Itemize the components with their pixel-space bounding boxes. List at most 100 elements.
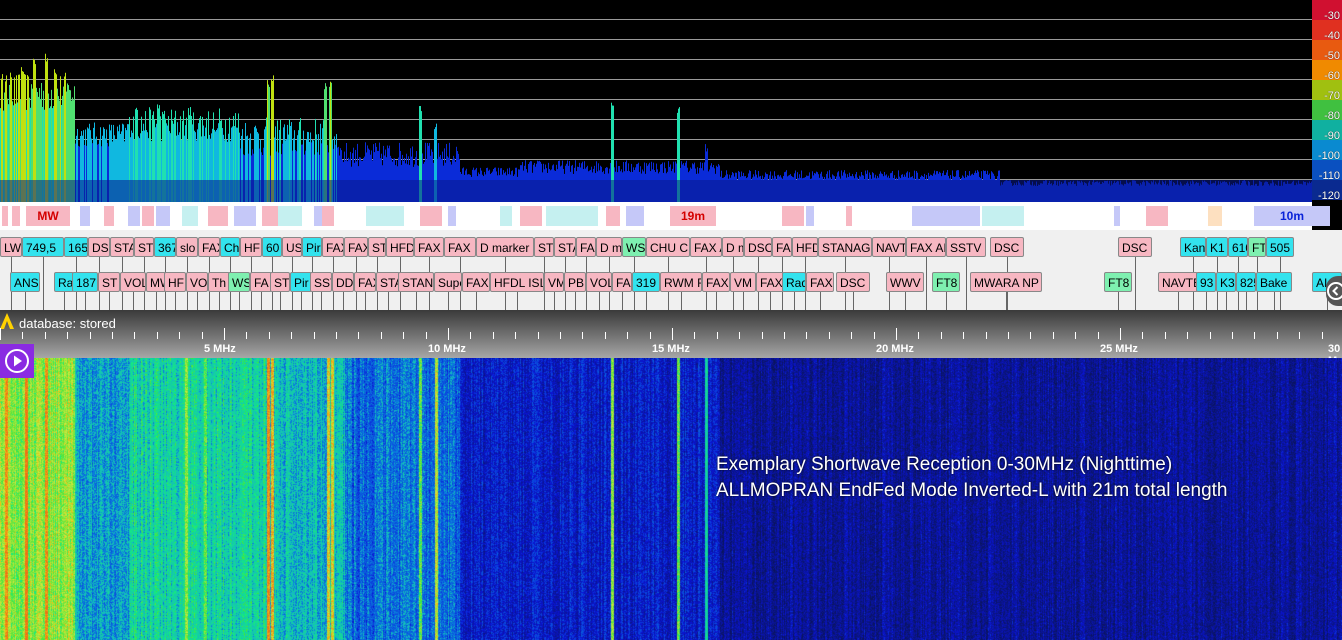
station-label[interactable]: K3 (1216, 272, 1236, 292)
station-label[interactable]: FAX (806, 272, 834, 292)
station-label[interactable]: VOL (186, 272, 208, 292)
station-label[interactable]: FAX (322, 237, 344, 257)
station-label[interactable]: ANS (10, 272, 40, 292)
band-segment[interactable] (208, 206, 228, 226)
band-segment[interactable] (1146, 206, 1168, 226)
station-label[interactable]: HFI (164, 272, 186, 292)
station-label[interactable]: Rad (782, 272, 806, 292)
station-label[interactable]: DSC (744, 237, 772, 257)
station-label[interactable]: Bake (1256, 272, 1292, 292)
station-label[interactable]: ST (534, 237, 554, 257)
station-label[interactable]: FA (612, 272, 632, 292)
station-label[interactable]: Th (208, 272, 230, 292)
scroll-labels-button[interactable] (1326, 276, 1342, 306)
station-label[interactable]: FAX (756, 272, 784, 292)
station-label[interactable]: 165 (64, 237, 88, 257)
station-label[interactable]: Ch (220, 237, 240, 257)
station-label[interactable]: VOL (120, 272, 146, 292)
band-label[interactable]: 19m (670, 206, 716, 226)
band-segment[interactable] (322, 206, 334, 226)
band-segment[interactable] (142, 206, 154, 226)
station-label[interactable]: STANAG (818, 237, 872, 257)
station-label[interactable]: STA (554, 237, 576, 257)
station-label[interactable]: WWV (886, 272, 924, 292)
station-label[interactable]: slo (176, 237, 198, 257)
band-segment[interactable] (182, 206, 198, 226)
station-label[interactable]: Kan (1180, 237, 1206, 257)
band-segment[interactable] (12, 206, 20, 226)
station-label[interactable]: HFD (792, 237, 818, 257)
station-label[interactable]: STAN (398, 272, 434, 292)
band-segment[interactable] (606, 206, 620, 226)
station-label[interactable]: Pir (290, 272, 312, 292)
band-segment[interactable] (1208, 206, 1222, 226)
station-label[interactable]: FAX (444, 237, 476, 257)
band-label[interactable]: 10m (1254, 206, 1330, 226)
band-segment[interactable] (520, 206, 542, 226)
station-label[interactable]: 93 (1196, 272, 1216, 292)
band-segment[interactable] (104, 206, 114, 226)
station-label[interactable]: DSC (1118, 237, 1152, 257)
frequency-scale[interactable]: database: stored 5 MHz 10 MHz 15 MHz 20 MHz… (0, 310, 1342, 367)
station-label[interactable]: VM (544, 272, 564, 292)
station-label[interactable]: FA (576, 237, 596, 257)
band-segment[interactable] (782, 206, 804, 226)
band-segment[interactable] (806, 206, 814, 226)
band-segment[interactable] (982, 206, 1024, 226)
station-label[interactable]: HFD (240, 237, 262, 257)
station-label[interactable]: HFD (386, 237, 414, 257)
station-label[interactable]: D m (596, 237, 622, 257)
band-segment[interactable] (2, 206, 8, 226)
band-segment[interactable] (448, 206, 456, 226)
station-label[interactable]: D m (722, 237, 744, 257)
band-segment[interactable] (912, 206, 932, 226)
band-segment[interactable] (626, 206, 644, 226)
station-label[interactable]: STA (376, 272, 400, 292)
station-label[interactable]: ST (98, 272, 120, 292)
station-label[interactable]: ST (368, 237, 386, 257)
station-label[interactable]: FT8 (1248, 237, 1266, 257)
station-label[interactable]: 749,5 (22, 237, 64, 257)
station-label[interactable]: NAVT (872, 237, 906, 257)
station-label[interactable]: SSTV (946, 237, 986, 257)
station-labels-area[interactable]: LW749,5165DSSTAST367sloFAXChHFD60USPirFA… (0, 230, 1342, 310)
station-label[interactable]: VM (730, 272, 756, 292)
station-label[interactable]: Supe (434, 272, 462, 292)
station-label[interactable]: ST (270, 272, 290, 292)
station-label[interactable]: 610 (1228, 237, 1248, 257)
band-segment[interactable] (932, 206, 980, 226)
yellow-tuning-marker-icon[interactable] (0, 313, 14, 329)
play-button[interactable] (0, 344, 34, 378)
band-segment[interactable] (1114, 206, 1120, 226)
station-label[interactable]: PB (564, 272, 586, 292)
station-label[interactable]: D marker (476, 237, 534, 257)
station-label[interactable]: 187 (72, 272, 98, 292)
station-label[interactable]: FAX (462, 272, 490, 292)
band-segment[interactable] (80, 206, 90, 226)
station-label[interactable]: MW (146, 272, 166, 292)
station-label[interactable]: RWM R (660, 272, 702, 292)
band-segment[interactable] (366, 206, 404, 226)
band-segment[interactable] (846, 206, 852, 226)
band-segment[interactable] (314, 206, 322, 226)
station-label[interactable]: 60 (262, 237, 282, 257)
station-label[interactable]: FAX (344, 237, 368, 257)
station-label[interactable]: MWARA NP (970, 272, 1042, 292)
station-label[interactable]: SST (310, 272, 332, 292)
station-label[interactable]: 825 (1236, 272, 1256, 292)
station-label[interactable]: FAX (414, 237, 444, 257)
station-label[interactable]: 319 (632, 272, 660, 292)
band-segment[interactable] (234, 206, 256, 226)
station-label[interactable]: ST (134, 237, 154, 257)
band-strip[interactable]: MW 19m 10m (0, 202, 1330, 230)
station-label[interactable]: FAX (198, 237, 220, 257)
station-label[interactable]: FAX (772, 237, 792, 257)
station-label[interactable]: CHU C (646, 237, 690, 257)
station-label[interactable]: DSC (836, 272, 870, 292)
station-label[interactable]: DD (332, 272, 354, 292)
station-label[interactable]: WS (622, 237, 646, 257)
station-label[interactable]: Ra (54, 272, 74, 292)
station-label[interactable]: NAVTE (1158, 272, 1198, 292)
station-label[interactable]: FAX A (690, 237, 722, 257)
station-label[interactable]: FAX (354, 272, 376, 292)
